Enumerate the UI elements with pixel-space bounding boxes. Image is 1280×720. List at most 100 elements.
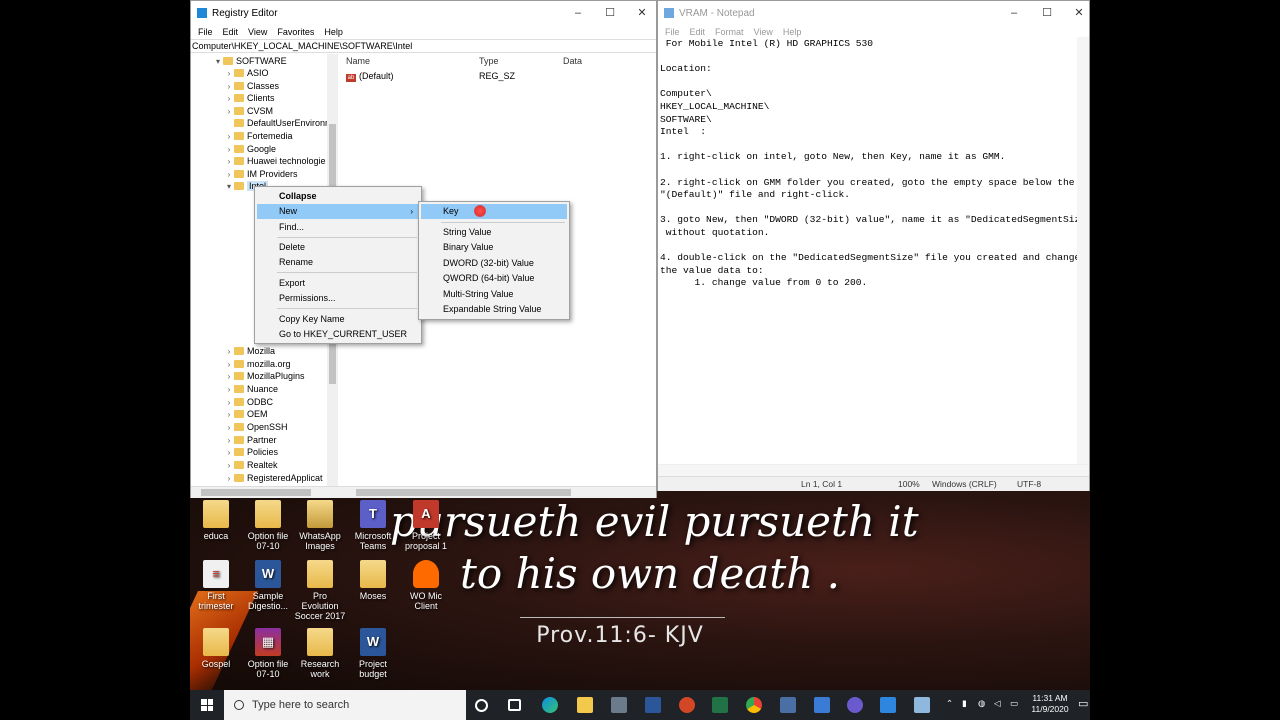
tree-item-registeredapplications[interactable]: › RegisteredApplicat — [224, 472, 323, 484]
file-explorer-icon[interactable] — [577, 697, 593, 713]
start-button[interactable] — [190, 690, 224, 720]
horizontal-scrollbar[interactable] — [658, 464, 1089, 476]
submenu-item-key[interactable]: Key — [421, 204, 567, 219]
submenu-item-expandable-string-value[interactable]: Expandable String Value — [421, 302, 567, 317]
menu-view[interactable]: View — [749, 27, 778, 37]
scrollbar-thumb[interactable] — [356, 489, 571, 496]
regedit-taskbar-icon[interactable] — [880, 697, 896, 713]
menu-view[interactable]: View — [243, 27, 272, 37]
mail-icon[interactable] — [814, 697, 830, 713]
tree-item-mozillaplugins[interactable]: › MozillaPlugins — [224, 370, 305, 382]
desktop-icon-sample-digestion[interactable]: W Sample Digestio... — [242, 560, 294, 611]
menu-file[interactable]: File — [193, 27, 218, 37]
notifications-icon[interactable]: ▭ — [1078, 697, 1088, 710]
task-view-icon[interactable] — [508, 699, 521, 711]
tree-item-google[interactable]: › Google — [224, 143, 276, 155]
menu-help[interactable]: Help — [778, 27, 807, 37]
desktop-icon-microsoft-teams[interactable]: T Microsoft Teams — [347, 500, 399, 551]
tree-item-fortemedia[interactable]: › Fortemedia — [224, 130, 293, 142]
desktop-icon-wo-mic-client[interactable]: WO Mic Client — [400, 560, 452, 611]
tree-item-classes[interactable]: › Classes — [224, 80, 279, 92]
desktop-icon-project-budget[interactable]: W Project budget — [347, 628, 399, 679]
menu-item-delete[interactable]: Delete — [257, 240, 419, 255]
tree-item-defaultuserenvironment[interactable]: DefaultUserEnvironn — [224, 117, 330, 129]
desktop-icon-option-file[interactable]: Option file 07-10 — [242, 500, 294, 551]
app-icon[interactable] — [847, 697, 863, 713]
tree-item-clients[interactable]: › Clients — [224, 92, 275, 104]
desktop-icon-pes-2017[interactable]: Pro Evolution Soccer 2017 — [294, 560, 346, 621]
scrollbar-thumb[interactable] — [201, 489, 311, 496]
tree-item-partner[interactable]: › Partner — [224, 434, 277, 446]
microphone-icon[interactable]: ▮ — [962, 698, 967, 709]
menu-edit[interactable]: Edit — [218, 27, 244, 37]
edge-icon[interactable] — [542, 697, 558, 713]
desktop-icon-option-file-archive[interactable]: ▦ Option file 07-10 — [242, 628, 294, 679]
tree-item-oem[interactable]: › OEM — [224, 408, 268, 420]
menu-favorites[interactable]: Favorites — [272, 27, 319, 37]
menu-item-copy-key-name[interactable]: Copy Key Name — [257, 312, 419, 327]
battery-icon[interactable]: ▭ — [1010, 698, 1018, 709]
value-row[interactable]: ab (Default) — [346, 71, 394, 82]
menu-file[interactable]: File — [660, 27, 685, 37]
submenu-item-qword-value[interactable]: QWORD (64-bit) Value — [421, 271, 567, 286]
notepad-titlebar[interactable]: VRAM - Notepad – ☐ ✕ — [658, 1, 1089, 25]
menu-item-export[interactable]: Export — [257, 276, 419, 291]
desktop-icon-first-trimester[interactable]: ≡ First trimester — [190, 560, 242, 611]
word-icon[interactable] — [645, 697, 661, 713]
tree-item-cvsm[interactable]: › CVSM — [224, 105, 273, 117]
network-icon[interactable]: ◍ — [978, 698, 985, 709]
menu-item-collapse[interactable]: Collapse — [257, 189, 419, 204]
notepad-text-area[interactable]: For Mobile Intel (R) HD GRAPHICS 530 Loc… — [660, 38, 1080, 463]
regedit-titlebar[interactable]: Registry Editor – ☐ ✕ — [191, 1, 656, 25]
vertical-scrollbar[interactable] — [1077, 37, 1089, 464]
minimize-button[interactable]: – — [998, 1, 1030, 25]
desktop-icon-whatsapp-images[interactable]: WhatsApp Images — [294, 500, 346, 551]
menu-item-new[interactable]: New › — [257, 204, 419, 219]
tree-item-policies[interactable]: › Policies — [224, 446, 278, 458]
tree-item-huawei[interactable]: › Huawei technologie — [224, 155, 326, 167]
cortana-icon[interactable] — [475, 699, 488, 712]
submenu-item-binary-value[interactable]: Binary Value — [421, 240, 567, 255]
column-header-data[interactable]: Data — [563, 56, 582, 66]
menu-format[interactable]: Format — [710, 27, 749, 37]
maximize-button[interactable]: ☐ — [594, 1, 626, 25]
column-header-name[interactable]: Name — [346, 56, 370, 66]
tree-item-nuance[interactable]: › Nuance — [224, 383, 278, 395]
menu-item-find[interactable]: Find... — [257, 220, 419, 235]
tree-item-openssh[interactable]: › OpenSSH — [224, 421, 288, 433]
maximize-button[interactable]: ☐ — [1031, 1, 1063, 25]
tree-item-realtek[interactable]: › Realtek — [224, 459, 278, 471]
desktop-icon-moses[interactable]: Moses — [347, 560, 399, 601]
tree-item-asio[interactable]: › ASIO — [224, 67, 269, 79]
close-button[interactable]: ✕ — [1063, 1, 1090, 25]
desktop-icon-gospel[interactable]: Gospel — [190, 628, 242, 669]
taskbar-search-box[interactable]: Type here to search — [224, 690, 466, 720]
menu-edit[interactable]: Edit — [685, 27, 711, 37]
menu-item-permissions[interactable]: Permissions... — [257, 291, 419, 306]
tree-item-mozilla-org[interactable]: › mozilla.org — [224, 358, 291, 370]
horizontal-scrollbar[interactable] — [191, 486, 656, 498]
submenu-item-dword-value[interactable]: DWORD (32-bit) Value — [421, 256, 567, 271]
desktop-icon-project-proposal[interactable]: A Project proposal 1 — [400, 500, 452, 551]
desktop-icon-research-work[interactable]: Research work — [294, 628, 346, 679]
menu-help[interactable]: Help — [319, 27, 348, 37]
menu-item-goto-hkcu[interactable]: Go to HKEY_CURRENT_USER — [257, 327, 419, 342]
chrome-icon[interactable] — [746, 697, 762, 713]
powerpoint-icon[interactable] — [679, 697, 695, 713]
chevron-up-icon[interactable]: ⌃ — [946, 698, 953, 709]
column-header-type[interactable]: Type — [479, 56, 499, 66]
app-icon[interactable] — [780, 697, 796, 713]
tree-item-mozilla[interactable]: › Mozilla — [224, 345, 275, 357]
tree-item-odbc[interactable]: › ODBC — [224, 396, 273, 408]
notepad-taskbar-icon[interactable] — [914, 697, 930, 713]
tree-item-im-providers[interactable]: › IM Providers — [224, 168, 298, 180]
taskbar-clock[interactable]: 11:31 AM 11/9/2020 — [1030, 693, 1070, 715]
minimize-button[interactable]: – — [562, 1, 594, 25]
submenu-item-string-value[interactable]: String Value — [421, 225, 567, 240]
excel-icon[interactable] — [712, 697, 728, 713]
address-bar[interactable]: Computer\HKEY_LOCAL_MACHINE\SOFTWARE\Int… — [191, 39, 656, 53]
menu-item-rename[interactable]: Rename — [257, 255, 419, 270]
desktop-icon-educa[interactable]: educa — [190, 500, 242, 541]
submenu-item-multi-string-value[interactable]: Multi-String Value — [421, 287, 567, 302]
app-icon[interactable] — [611, 697, 627, 713]
